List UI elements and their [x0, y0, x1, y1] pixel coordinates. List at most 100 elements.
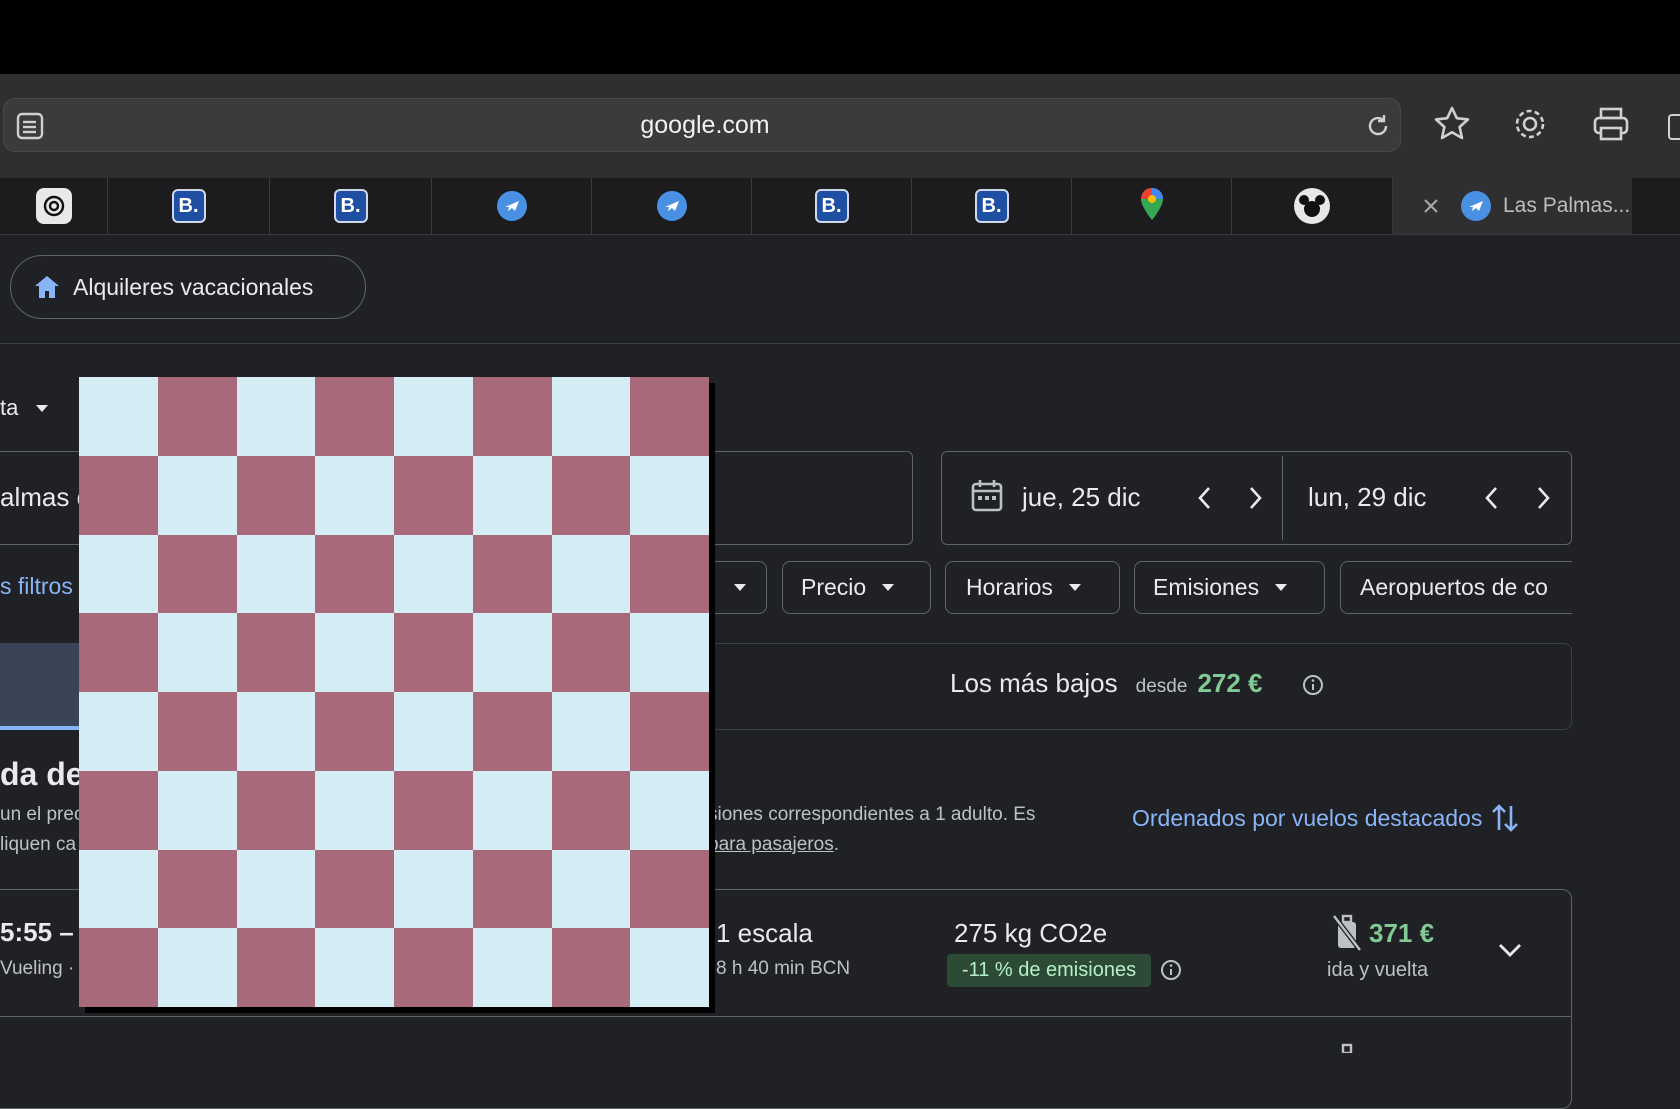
tab-booking-4[interactable]: B. [912, 178, 1072, 234]
expand-chevron-icon[interactable] [1496, 940, 1524, 965]
reload-icon[interactable] [1356, 104, 1400, 148]
checker-square [236, 849, 316, 929]
active-tab-title: Las Palmas... [1503, 194, 1631, 217]
sort-button[interactable]: Ordenados por vuelos destacados [1132, 800, 1520, 836]
vacation-rentals-button[interactable]: Alquileres vacacionales [10, 255, 366, 319]
active-tab[interactable]: Las Palmas... [1393, 178, 1632, 234]
depart-date[interactable]: jue, 25 dic [1022, 482, 1141, 513]
tab-best[interactable] [0, 643, 80, 730]
checker-square [157, 455, 237, 535]
filter-chip-label: Emisiones [1153, 574, 1260, 600]
trip-type-select[interactable]: ta [0, 393, 49, 423]
settings-gear-icon[interactable] [1508, 102, 1552, 146]
divider [0, 343, 1680, 344]
checker-square [630, 455, 709, 535]
checker-square [315, 849, 394, 929]
info-icon[interactable] [1160, 959, 1182, 986]
chevron-down-icon [734, 584, 746, 591]
origin-value: almas c [0, 482, 90, 512]
checker-square [236, 377, 316, 456]
checker-square [551, 928, 631, 1007]
disney-icon [1294, 188, 1330, 224]
tab-cheapest[interactable]: Los más bajos desde 272 € [950, 668, 1263, 704]
passenger-info-link[interactable]: para pasajeros. [708, 834, 839, 856]
checker-square [394, 692, 473, 771]
tab-booking-3[interactable]: B. [752, 178, 912, 234]
cheapest-label: Los más bajos [950, 668, 1118, 698]
booking-icon: B. [171, 189, 206, 223]
cheapest-price: 272 € [1197, 668, 1263, 698]
checker-square [394, 377, 473, 456]
checker-square [472, 455, 552, 535]
filter-chip-price[interactable]: Precio [782, 561, 931, 614]
flight-airline: Vueling · [0, 958, 75, 979]
checker-square [157, 692, 237, 771]
url-text[interactable]: google.com [0, 98, 1410, 152]
checker-square [394, 928, 473, 1007]
tabs-overview-icon[interactable] [1668, 114, 1680, 140]
checker-square [236, 770, 316, 850]
no-carry-on-bag-icon [1330, 1040, 1364, 1058]
chevron-down-icon [36, 404, 49, 412]
house-icon [33, 274, 61, 300]
bookmark-star-icon[interactable] [1430, 102, 1474, 146]
checker-square [315, 928, 394, 1007]
checker-square [472, 770, 552, 850]
return-next-icon[interactable] [1533, 484, 1553, 517]
checker-square [630, 377, 709, 456]
checker-square [394, 613, 473, 692]
checker-square [157, 849, 237, 929]
all-filters-button[interactable]: s filtros [0, 573, 73, 600]
checker-square [236, 692, 316, 771]
chevron-down-icon [1068, 584, 1081, 591]
booking-icon: B. [974, 189, 1009, 223]
checker-square [315, 377, 394, 456]
depart-next-icon[interactable] [1245, 484, 1265, 517]
flight-stops: 1 escala [716, 918, 813, 948]
checker-square [551, 534, 631, 614]
chatgpt-icon [35, 188, 72, 224]
checker-square [157, 613, 237, 692]
emissions-badge: -11 % de emisiones [947, 954, 1151, 987]
no-carry-on-bag-icon [1330, 912, 1364, 957]
checker-square [630, 534, 709, 614]
print-icon[interactable] [1589, 102, 1633, 146]
checker-square [630, 849, 709, 929]
chevron-down-icon [882, 584, 895, 591]
booking-icon: B. [814, 189, 849, 223]
tab-chatgpt[interactable] [0, 178, 108, 234]
card-divider [0, 1016, 1572, 1017]
tab-maps[interactable] [1072, 178, 1232, 234]
filter-chip-emissions[interactable]: Emisiones [1134, 561, 1325, 614]
checker-square [157, 928, 237, 1007]
return-prev-icon[interactable] [1482, 484, 1502, 517]
return-date[interactable]: lun, 29 dic [1308, 482, 1427, 513]
results-heading: da de [0, 756, 84, 792]
depart-prev-icon[interactable] [1195, 484, 1215, 517]
checker-square [394, 770, 473, 850]
checker-square [630, 770, 709, 850]
checker-square [315, 534, 394, 614]
checker-square [472, 613, 552, 692]
checker-square [630, 613, 709, 692]
filter-chip-times[interactable]: Horarios [945, 561, 1120, 614]
tab-booking-1[interactable]: B. [108, 178, 270, 234]
passenger-link-text[interactable]: para pasajeros [708, 834, 834, 855]
tab-disney[interactable] [1232, 178, 1393, 234]
checker-square [472, 928, 552, 1007]
filter-chip-label: Precio [801, 574, 867, 600]
checker-square [472, 692, 552, 771]
tab-flights-2[interactable] [592, 178, 752, 234]
tab-flights-1[interactable] [432, 178, 592, 234]
desc-period: . [833, 834, 839, 855]
flight-emissions: 275 kg CO2e [954, 918, 1108, 948]
filter-chip-airports[interactable]: Aeropuertos de co [1340, 561, 1572, 614]
close-tab-icon[interactable] [1417, 192, 1445, 220]
tab-booking-2[interactable]: B. [270, 178, 432, 234]
flight-price: 371 € [1369, 918, 1435, 948]
sort-arrows-icon [1490, 800, 1520, 836]
checker-square [394, 455, 473, 535]
info-icon[interactable] [1302, 674, 1324, 701]
checker-square [315, 692, 394, 771]
checker-square [157, 534, 237, 614]
